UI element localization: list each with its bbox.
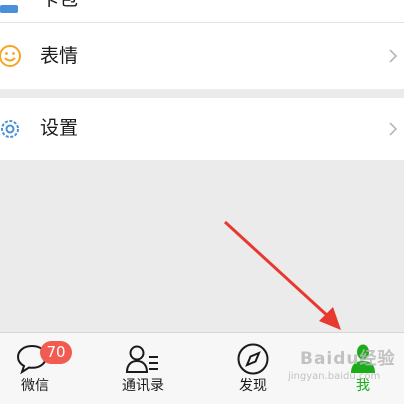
emoji-label: 表情 [40, 45, 79, 67]
smiley-icon [0, 44, 22, 72]
settings-row[interactable]: 设置 [0, 98, 404, 160]
tab-wechat-label: 微信 [21, 378, 49, 394]
card-package-icon [0, 0, 22, 19]
tab-contacts[interactable]: 通讯录 [110, 333, 176, 404]
gear-icon [0, 117, 22, 145]
card-package-label: 卡包 [40, 0, 78, 9]
emoji-row[interactable]: 表情 [0, 23, 404, 89]
tab-discover[interactable]: 发现 [222, 333, 284, 404]
contacts-icon [125, 343, 161, 379]
tab-wechat[interactable]: 70 微信 [0, 333, 72, 404]
watermark: Baidu经验 jingyan.baidu.com [278, 347, 403, 404]
chevron-right-icon [388, 121, 398, 141]
tab-contacts-label: 通讯录 [122, 378, 164, 394]
tab-discover-label: 发现 [239, 378, 267, 394]
unread-badge: 70 [40, 341, 72, 364]
chevron-right-icon [388, 48, 398, 68]
compass-icon [236, 342, 270, 380]
watermark-text: Baidu经验 [300, 349, 396, 369]
bottom-tab-bar: 70 微信 通讯录 发现 我 Baidu经验 jingyan.baidu.com [0, 332, 404, 404]
card-package-row[interactable]: 卡包 [0, 0, 404, 23]
settings-label: 设置 [40, 117, 79, 139]
watermark-sub: jingyan.baidu.com [288, 371, 381, 382]
